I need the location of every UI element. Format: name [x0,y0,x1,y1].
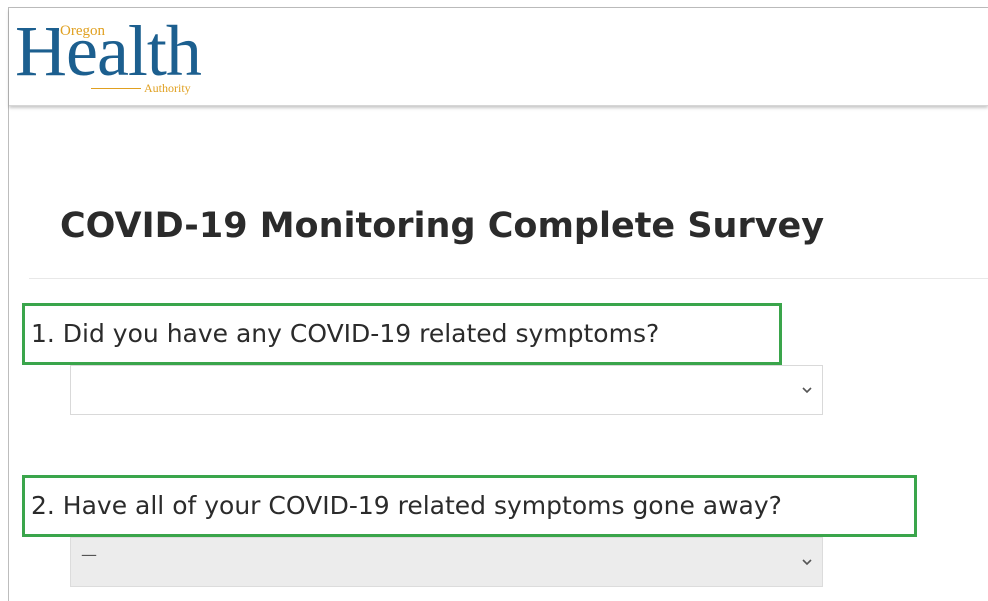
question-1-label: 1. Did you have any COVID-19 related sym… [31,319,660,348]
question-1-select[interactable] [70,365,823,415]
chevron-down-icon [802,387,812,394]
question-1-highlight: 1. Did you have any COVID-19 related sym… [22,303,782,365]
title-divider [29,278,988,279]
logo-authority-text: Authority [143,81,192,95]
site-header: Health Oregon Authority [9,8,988,106]
logo-oregon-text: Oregon [59,23,106,39]
chevron-down-icon [802,559,812,566]
logo-wordmark: Health [15,11,202,91]
logo-rule [91,88,141,89]
question-2-highlight: 2. Have all of your COVID-19 related sym… [22,475,917,537]
question-2-select-value: — [81,545,97,564]
question-2-select[interactable]: — [70,537,823,587]
oregon-health-authority-logo[interactable]: Health Oregon Authority [15,12,225,96]
page-title: COVID-19 Monitoring Complete Survey [60,206,825,246]
question-2-label: 2. Have all of your COVID-19 related sym… [31,491,782,520]
browser-page: Health Oregon Authority COVID-19 Monitor… [8,7,988,601]
